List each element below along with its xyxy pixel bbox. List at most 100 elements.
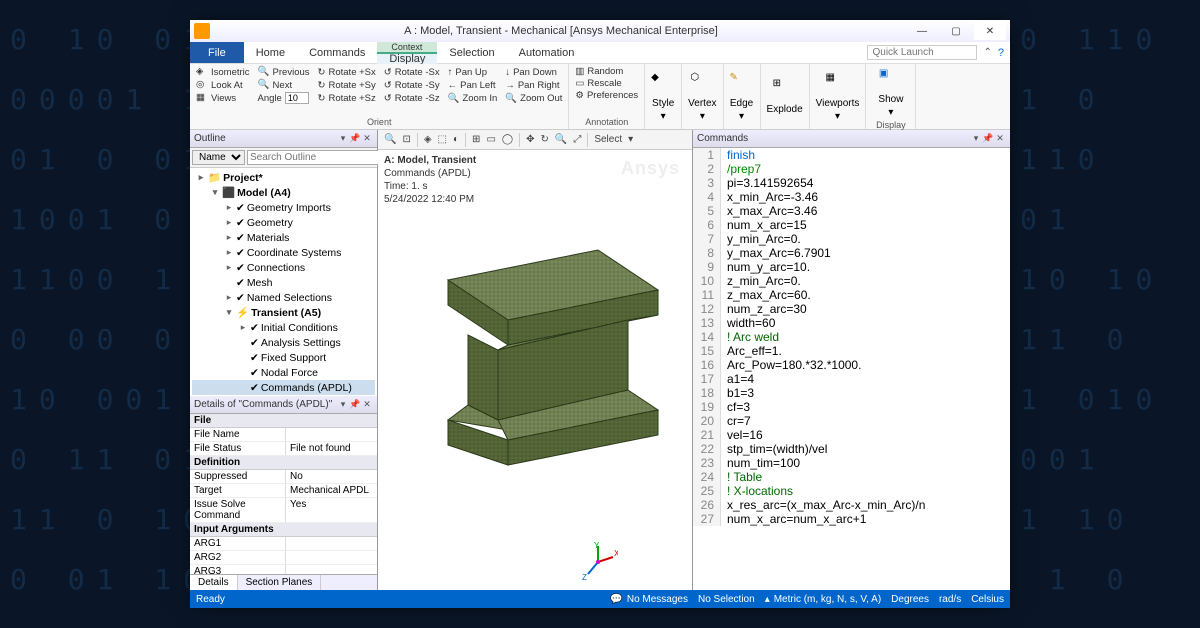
code-line[interactable]: 14! Arc weld — [693, 330, 1010, 344]
code-line[interactable]: 24! Table — [693, 470, 1010, 484]
code-line[interactable]: 21vel=16 — [693, 428, 1010, 442]
rotate-psy-button[interactable]: ↻Rotate +Sy — [318, 79, 376, 91]
code-line[interactable]: 23num_tim=100 — [693, 456, 1010, 470]
status-units[interactable]: ▴ Metric (m, kg, N, s, V, A) — [765, 594, 881, 605]
pandown-button[interactable]: ↓Pan Down — [505, 66, 562, 78]
panel-close-icon[interactable]: ✕ — [994, 133, 1006, 144]
code-line[interactable]: 8y_max_Arc=6.7901 — [693, 246, 1010, 260]
preferences-button[interactable]: ⚙Preferences — [575, 90, 638, 101]
next-button[interactable]: 🔍Next — [258, 79, 310, 91]
tree-conn[interactable]: ▸✔ Connections — [192, 260, 375, 275]
tree-analysis[interactable]: ✔ Analysis Settings — [192, 335, 375, 350]
lookat-button[interactable]: ◎Look At — [196, 79, 250, 91]
zoomout-button[interactable]: 🔍Zoom Out — [505, 92, 562, 104]
tree-transient[interactable]: ▾⚡ Transient (A5) — [192, 305, 375, 320]
explode-button[interactable]: ⊞Explode — [761, 64, 810, 129]
tree-nodal[interactable]: ✔ Nodal Force — [192, 365, 375, 380]
graphics-viewport[interactable]: A: Model, Transient Commands (APDL) Time… — [378, 150, 692, 590]
random-button[interactable]: ▥Random — [575, 66, 638, 77]
tree-model[interactable]: ▾⬛ Model (A4) — [192, 185, 375, 200]
code-line[interactable]: 2/prep7 — [693, 162, 1010, 176]
pan-icon[interactable]: ✥ — [526, 134, 534, 145]
tree-project[interactable]: ▸📁 Project* — [192, 170, 375, 185]
code-line[interactable]: 1finish — [693, 148, 1010, 162]
status-messages[interactable]: 💬 No Messages — [610, 594, 688, 605]
select-mode-icon[interactable]: ⊞ — [472, 134, 480, 145]
details-row[interactable]: File StatusFile not found — [190, 442, 377, 456]
rescale-button[interactable]: ▭Rescale — [575, 78, 638, 89]
tree-initcond[interactable]: ▸✔ Initial Conditions — [192, 320, 375, 335]
zoom-box-icon[interactable]: ⊡ — [402, 134, 410, 145]
code-line[interactable]: 6num_x_arc=15 — [693, 218, 1010, 232]
details-row[interactable]: SuppressedNo — [190, 470, 377, 484]
views-button[interactable]: ▦Views — [196, 92, 250, 104]
tree-fixed[interactable]: ✔ Fixed Support — [192, 350, 375, 365]
code-line[interactable]: 19cf=3 — [693, 400, 1010, 414]
tree-materials[interactable]: ▸✔ Materials — [192, 230, 375, 245]
panright-button[interactable]: →Pan Right — [505, 79, 562, 91]
maximize-button[interactable]: ▢ — [940, 22, 972, 40]
rotate-nsx-button[interactable]: ↺Rotate -Sx — [384, 66, 440, 78]
rotate-psz-button[interactable]: ↻Rotate +Sz — [318, 92, 376, 104]
tree-named[interactable]: ▸✔ Named Selections — [192, 290, 375, 305]
code-line[interactable]: 27num_x_arc=num_x_arc+1 — [693, 512, 1010, 526]
code-line[interactable]: 20cr=7 — [693, 414, 1010, 428]
angle-input[interactable] — [285, 92, 309, 104]
outline-search-input[interactable] — [247, 150, 385, 165]
code-line[interactable]: 7y_min_Arc=0. — [693, 232, 1010, 246]
tab-selection[interactable]: Selection — [437, 42, 506, 63]
tree-geom[interactable]: ▸✔ Geometry — [192, 215, 375, 230]
tree-commands[interactable]: ✔ Commands (APDL) — [192, 380, 375, 395]
panel-close-icon[interactable]: ✕ — [361, 399, 373, 410]
details-row[interactable]: TargetMechanical APDL — [190, 484, 377, 498]
code-line[interactable]: 11z_max_Arc=60. — [693, 288, 1010, 302]
details-tab[interactable]: Details — [190, 575, 238, 590]
viewports-button[interactable]: ▦Viewports▾ — [810, 64, 867, 129]
zoom-icon[interactable]: 🔍 — [555, 134, 567, 145]
tab-commands[interactable]: Commands — [297, 42, 377, 63]
panel-dropdown-icon[interactable]: ▾ — [337, 399, 349, 410]
code-line[interactable]: 10z_min_Arc=0. — [693, 274, 1010, 288]
panel-dropdown-icon[interactable]: ▾ — [337, 133, 349, 144]
section-planes-tab[interactable]: Section Planes — [238, 575, 322, 590]
code-line[interactable]: 3pi=3.141592654 — [693, 176, 1010, 190]
code-line[interactable]: 22stp_tim=(width)/vel — [693, 442, 1010, 456]
code-line[interactable]: 17a1=4 — [693, 372, 1010, 386]
code-line[interactable]: 18b1=3 — [693, 386, 1010, 400]
panel-dropdown-icon[interactable]: ▾ — [970, 133, 982, 144]
minimize-button[interactable]: — — [906, 22, 938, 40]
panleft-button[interactable]: ←Pan Left — [448, 79, 498, 91]
outline-tree[interactable]: ▸📁 Project* ▾⬛ Model (A4) ▸✔ Geometry Im… — [190, 168, 377, 396]
tab-display[interactable]: Display — [377, 52, 437, 64]
select-dropdown-icon[interactable]: ▾ — [628, 134, 633, 145]
tree-mesh[interactable]: ✔ Mesh — [192, 275, 375, 290]
panup-button[interactable]: ↑Pan Up — [448, 66, 498, 78]
fit-icon[interactable]: ⤢ — [573, 134, 581, 145]
details-row[interactable]: ARG3 — [190, 565, 377, 574]
wire-icon[interactable]: ⬚ — [438, 134, 447, 145]
panel-pin-icon[interactable]: 📌 — [349, 399, 361, 410]
code-line[interactable]: 16Arc_Pow=180.*32.*1000. — [693, 358, 1010, 372]
tab-automation[interactable]: Automation — [507, 42, 587, 63]
code-line[interactable]: 13width=60 — [693, 316, 1010, 330]
details-row[interactable]: Issue Solve CommandYes — [190, 498, 377, 523]
code-line[interactable]: 12num_z_arc=30 — [693, 302, 1010, 316]
rotate-nsz-button[interactable]: ↺Rotate -Sz — [384, 92, 440, 104]
details-row[interactable]: ARG2 — [190, 551, 377, 565]
help-icon[interactable]: ? — [998, 47, 1004, 59]
rotate-psx-button[interactable]: ↻Rotate +Sx — [318, 66, 376, 78]
panel-pin-icon[interactable]: 📌 — [982, 133, 994, 144]
outline-filter-select[interactable]: Name — [192, 150, 245, 165]
code-line[interactable]: 26x_res_arc=(x_max_Arc-x_min_Arc)/n — [693, 498, 1010, 512]
edge-button[interactable]: ✎Edge▾ — [724, 64, 761, 129]
lasso-icon[interactable]: ◯ — [502, 134, 513, 145]
isometric-button[interactable]: ◈Isometric — [196, 66, 250, 78]
zoom-fit-icon[interactable]: 🔍 — [384, 134, 396, 145]
box-select-icon[interactable]: ▭ — [486, 134, 495, 145]
code-line[interactable]: 4x_min_Arc=-3.46 — [693, 190, 1010, 204]
zoomin-button[interactable]: 🔍Zoom In — [448, 92, 498, 104]
code-editor[interactable]: 1finish2/prep73pi=3.1415926544x_min_Arc=… — [693, 148, 1010, 590]
vertex-button[interactable]: ⬡Vertex▾ — [682, 64, 723, 129]
panel-pin-icon[interactable]: 📌 — [349, 133, 361, 144]
tree-coord[interactable]: ▸✔ Coordinate Systems — [192, 245, 375, 260]
